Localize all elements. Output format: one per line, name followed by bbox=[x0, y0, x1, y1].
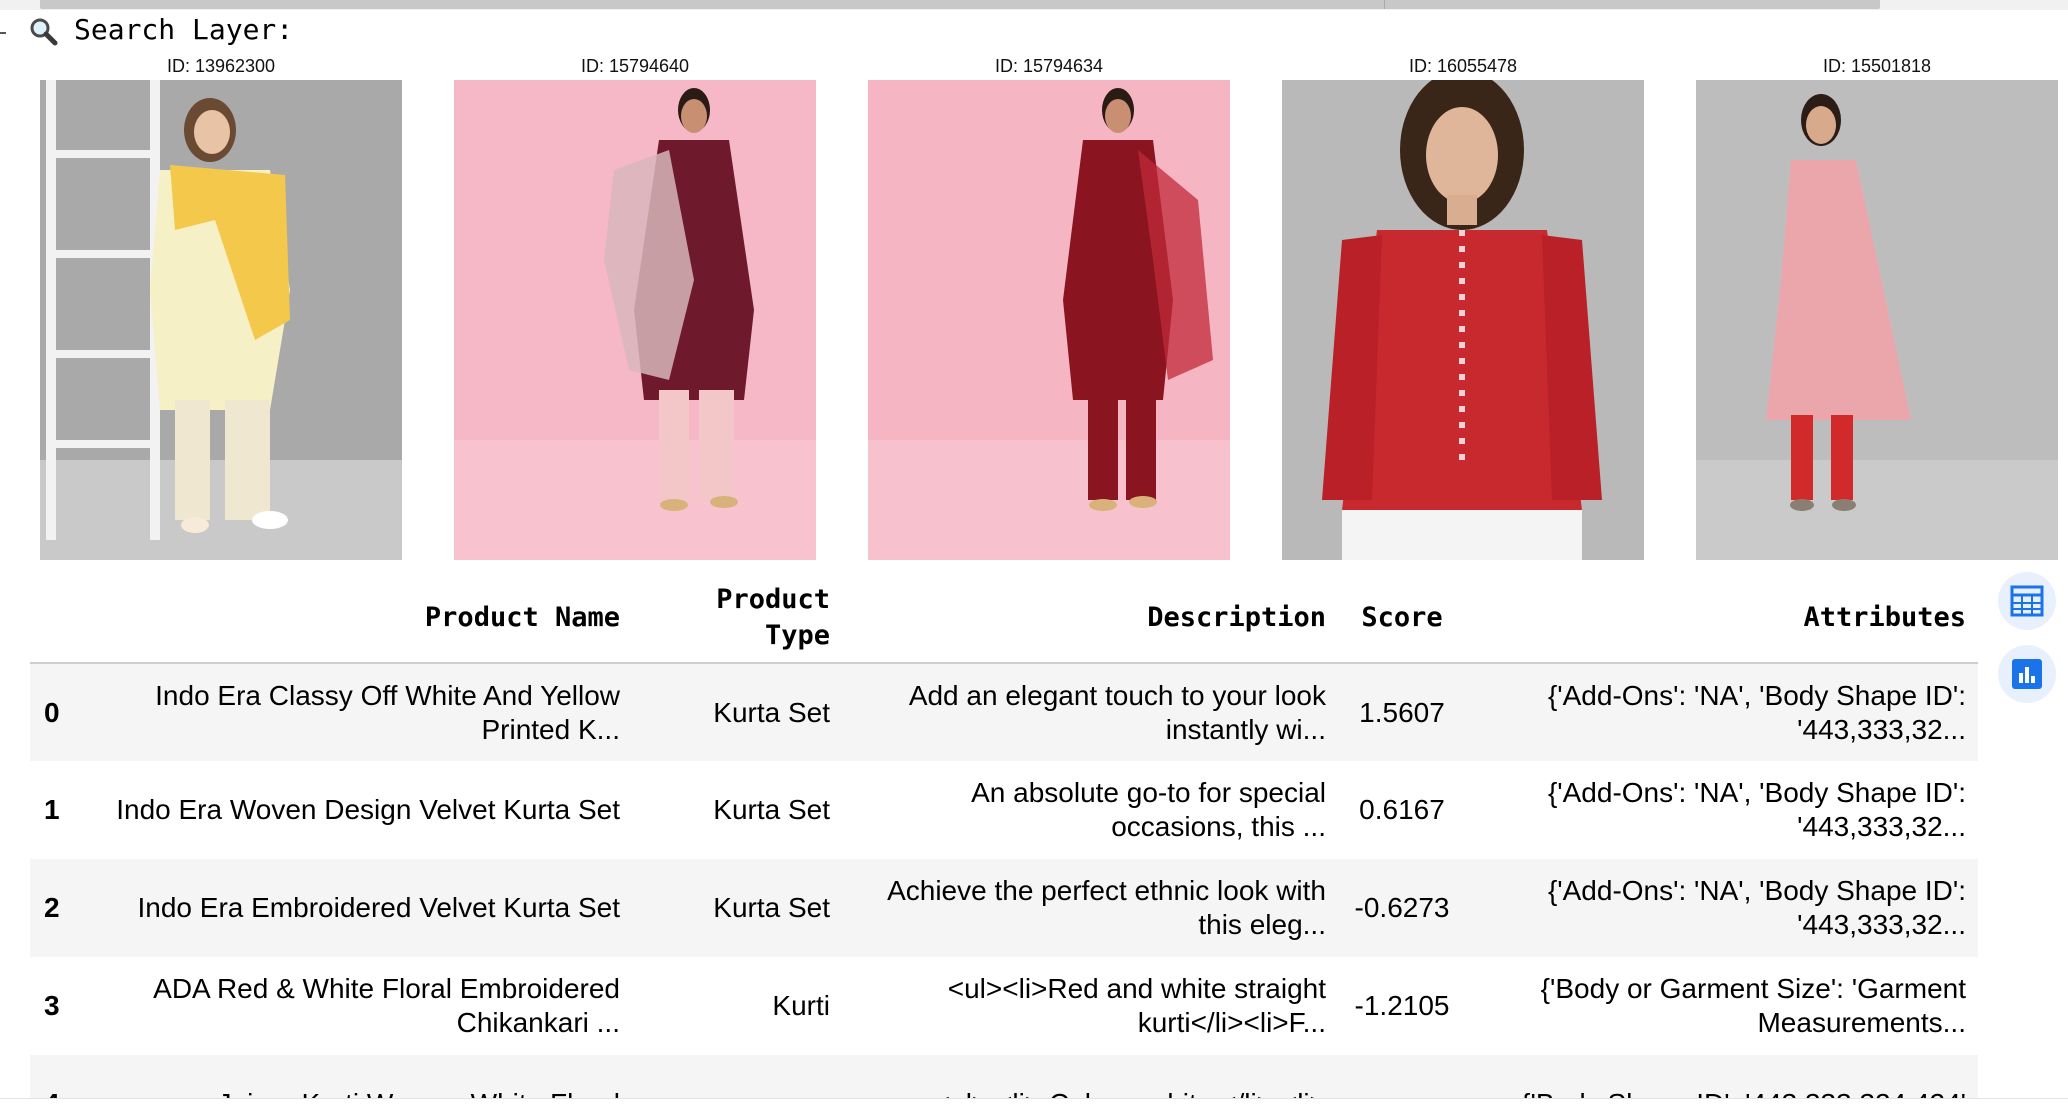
product-type-header[interactable]: Product Type bbox=[632, 576, 842, 664]
product-image bbox=[868, 80, 1230, 560]
product-name-cell: Indo Era Woven Design Velvet Kurta Set bbox=[84, 761, 632, 859]
index-header bbox=[30, 576, 84, 664]
row-index: 2 bbox=[30, 859, 84, 957]
score-cell: 1.5607 bbox=[1338, 663, 1466, 761]
attributes-header[interactable]: Attributes bbox=[1466, 576, 1978, 664]
product-name-cell: Indo Era Embroidered Velvet Kurta Set bbox=[84, 859, 632, 957]
description-cell: Achieve the perfect ethnic look with thi… bbox=[842, 859, 1338, 957]
product-id-label: ID: 15794640 bbox=[580, 56, 690, 76]
product-id-label: ID: 13962300 bbox=[166, 56, 276, 76]
results-table: Product Name Product Type Description Sc… bbox=[30, 576, 1978, 1106]
product-type-header-line1: Product bbox=[716, 584, 830, 615]
product-image-card: ID: 13962300 bbox=[40, 52, 402, 560]
product-image bbox=[40, 80, 402, 560]
row-index: 1 bbox=[30, 761, 84, 859]
output-collapse-marker[interactable] bbox=[0, 32, 6, 34]
description-cell: <ul><li>Red and white straight kurti</li… bbox=[842, 957, 1338, 1055]
convert-to-table-button[interactable] bbox=[1998, 572, 2056, 630]
product-id-label: ID: 15794634 bbox=[994, 56, 1104, 76]
product-name-cell: Indo Era Classy Off White And Yellow Pri… bbox=[84, 663, 632, 761]
table-icon bbox=[2010, 585, 2044, 617]
product-image bbox=[1696, 80, 2058, 560]
product-name-cell: ADA Red & White Floral Embroidered Chika… bbox=[84, 957, 632, 1055]
score-cell: -1.2105 bbox=[1338, 957, 1466, 1055]
product-name-header[interactable]: Product Name bbox=[84, 576, 632, 664]
product-image-card: ID: 16055478 bbox=[1282, 52, 1644, 560]
row-index: 3 bbox=[30, 957, 84, 1055]
product-image-card: ID: 15794634 bbox=[868, 52, 1230, 560]
search-layer-label: Search Layer: bbox=[74, 13, 294, 46]
table-row: 1 Indo Era Woven Design Velvet Kurta Set… bbox=[30, 761, 1978, 859]
attributes-cell: {'Add-Ons': 'NA', 'Body Shape ID': '443,… bbox=[1466, 663, 1978, 761]
product-image bbox=[1282, 80, 1644, 560]
product-type-cell: Kurta Set bbox=[632, 663, 842, 761]
notebook-output: Search Layer: ID: 13962300 ID: 15794640 bbox=[0, 0, 2068, 1106]
table-row: 0 Indo Era Classy Off White And Yellow P… bbox=[30, 663, 1978, 761]
table-row: 3 ADA Red & White Floral Embroidered Chi… bbox=[30, 957, 1978, 1055]
description-cell: Add an elegant touch to your look instan… bbox=[842, 663, 1338, 761]
table-header-row: Product Name Product Type Description Sc… bbox=[30, 576, 1978, 664]
scrollbar-divider bbox=[1384, 0, 1385, 9]
scrollbar-thumb[interactable] bbox=[40, 0, 1880, 9]
product-type-cell: Kurti bbox=[632, 957, 842, 1055]
product-type-header-line2: Type bbox=[764, 620, 830, 651]
product-id-label: ID: 15501818 bbox=[1822, 56, 1932, 76]
attributes-cell: {'Add-Ons': 'NA', 'Body Shape ID': '443,… bbox=[1466, 761, 1978, 859]
description-cell: An absolute go-to for special occasions,… bbox=[842, 761, 1338, 859]
score-cell: -0.6273 bbox=[1338, 859, 1466, 957]
score-header[interactable]: Score bbox=[1338, 576, 1466, 664]
attributes-cell: {'Add-Ons': 'NA', 'Body Shape ID': '443,… bbox=[1466, 859, 1978, 957]
product-image-card: ID: 15794640 bbox=[454, 52, 816, 560]
suggest-chart-button[interactable] bbox=[1998, 645, 2056, 703]
product-type-cell: Kurta Set bbox=[632, 859, 842, 957]
product-image-card: ID: 15501818 bbox=[1696, 52, 2058, 560]
bar-chart-icon bbox=[2012, 659, 2042, 689]
product-type-cell: Kurta Set bbox=[632, 761, 842, 859]
product-id-label: ID: 16055478 bbox=[1408, 56, 1518, 76]
row-index: 0 bbox=[30, 663, 84, 761]
magnifier-icon bbox=[30, 18, 58, 46]
description-header[interactable]: Description bbox=[842, 576, 1338, 664]
horizontal-scrollbar[interactable] bbox=[0, 0, 2068, 10]
output-bottom-edge bbox=[0, 1098, 2068, 1106]
score-cell: 0.6167 bbox=[1338, 761, 1466, 859]
attributes-cell: {'Body or Garment Size': 'Garment Measur… bbox=[1466, 957, 1978, 1055]
product-image bbox=[454, 80, 816, 560]
table-row: 2 Indo Era Embroidered Velvet Kurta Set … bbox=[30, 859, 1978, 957]
